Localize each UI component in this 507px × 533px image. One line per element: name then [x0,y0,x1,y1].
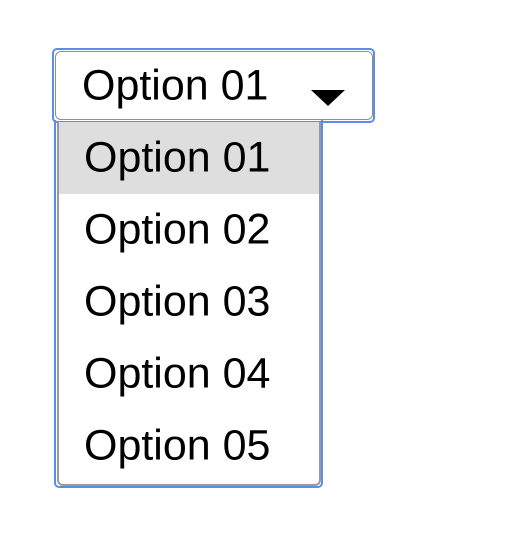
select-current-value: Option 01 [82,61,269,109]
listbox-option-02[interactable]: Option 02 [59,194,319,266]
options-listbox[interactable]: Option 01 Option 02 Option 03 Option 04 … [57,122,321,486]
listbox-option-01[interactable]: Option 01 [59,122,319,194]
option-label: Option 05 [84,421,271,470]
option-label: Option 03 [84,277,271,326]
option-label: Option 02 [84,205,271,254]
option-label: Option 04 [84,349,271,398]
listbox-option-03[interactable]: Option 03 [59,266,319,338]
listbox-option-05[interactable]: Option 05 [59,410,319,482]
option-label: Option 01 [84,133,271,182]
page: Option 01 Option 01 Option 02 Option 03 … [0,0,507,533]
option-select[interactable]: Option 01 [55,51,373,120]
listbox-option-04[interactable]: Option 04 [59,338,319,410]
caret-down-icon [311,90,345,106]
